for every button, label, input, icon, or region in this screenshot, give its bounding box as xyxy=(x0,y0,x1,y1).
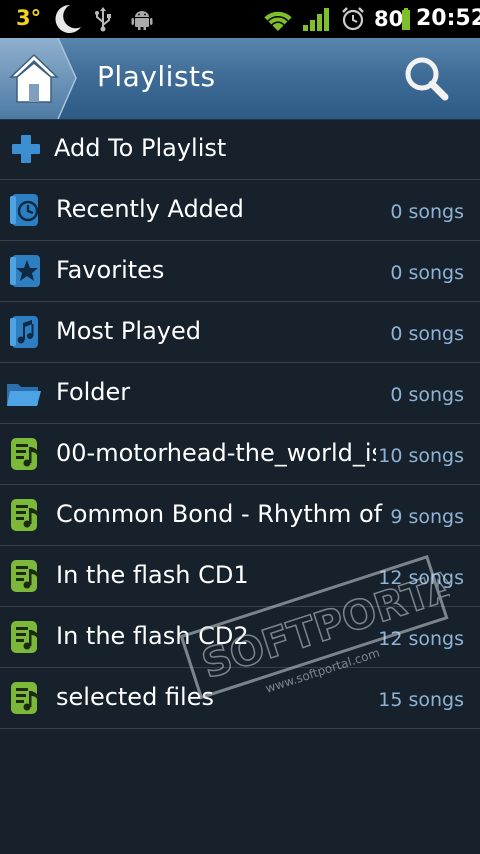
playlist-icon xyxy=(11,560,39,592)
search-button[interactable] xyxy=(400,52,452,104)
plus-icon xyxy=(12,135,40,163)
playlist-name: In the flash CD1 xyxy=(56,561,249,589)
playlist-icon xyxy=(11,438,39,470)
song-count: 15 songs xyxy=(376,689,464,711)
playlist-name: selected files xyxy=(56,683,214,711)
song-count: 0 songs xyxy=(388,262,464,284)
playlist-item-favorites[interactable]: Favorites 0 songs xyxy=(0,241,480,302)
playlist-list: Add To Playlist Recently Added 0 songs F… xyxy=(0,119,480,729)
playlist-name: Most Played xyxy=(56,317,201,345)
playlist-item[interactable]: In the flash CD1 12 songs xyxy=(0,546,480,607)
add-to-playlist-row[interactable]: Add To Playlist xyxy=(0,119,480,180)
playlist-item-most-played[interactable]: Most Played 0 songs xyxy=(0,302,480,363)
android-debug-icon xyxy=(131,11,153,30)
playlist-name: Favorites xyxy=(56,256,165,284)
playlist-item[interactable]: In the flash CD2 12 songs xyxy=(0,607,480,668)
playlist-icon xyxy=(11,499,39,531)
song-count: 0 songs xyxy=(388,201,464,223)
playlist-name: In the flash CD2 xyxy=(56,622,249,650)
playlist-icon xyxy=(11,621,39,653)
playlist-name: Folder xyxy=(56,378,131,406)
playlist-item[interactable]: Common Bond - Rhythm of Lif 9 songs xyxy=(0,485,480,546)
moon-icon xyxy=(55,4,81,33)
music-notes-icon xyxy=(10,316,38,348)
temperature-text: 3° xyxy=(16,6,42,30)
song-count: 12 songs xyxy=(376,628,464,650)
usb-icon xyxy=(95,7,111,32)
wifi-icon xyxy=(263,10,293,32)
playlist-name: 00-motorhead-the_world_is_y xyxy=(56,439,386,467)
song-count: 0 songs xyxy=(388,323,464,345)
playlist-icon xyxy=(11,682,39,714)
song-count: 10 songs xyxy=(376,445,464,467)
star-icon xyxy=(10,255,40,287)
clock-time: 20:52 xyxy=(416,6,480,31)
playlist-name: Common Bond - Rhythm of Lif xyxy=(56,500,386,528)
song-count: 12 songs xyxy=(376,567,464,589)
battery-icon xyxy=(402,8,410,30)
song-count: 9 songs xyxy=(388,506,464,528)
title-bar: Playlists xyxy=(0,38,480,120)
playlist-item-recently-added[interactable]: Recently Added 0 songs xyxy=(0,180,480,241)
playlist-item[interactable]: 00-motorhead-the_world_is_y 10 songs xyxy=(0,424,480,485)
battery-level-text: 80 xyxy=(374,7,404,31)
alarm-icon xyxy=(342,7,364,31)
add-to-playlist-label: Add To Playlist xyxy=(54,134,227,162)
status-bar: 3° 80 20:52 xyxy=(0,0,480,38)
page-title: Playlists xyxy=(97,60,216,93)
folder-icon xyxy=(7,384,41,406)
playlist-item[interactable]: selected files 15 songs xyxy=(0,668,480,729)
clock-icon xyxy=(10,194,39,226)
playlist-name: Recently Added xyxy=(56,195,244,223)
search-icon xyxy=(405,57,449,101)
signal-icon xyxy=(303,8,329,31)
playlist-item-folder[interactable]: Folder 0 songs xyxy=(0,363,480,424)
home-button[interactable] xyxy=(0,38,80,119)
song-count: 0 songs xyxy=(388,384,464,406)
